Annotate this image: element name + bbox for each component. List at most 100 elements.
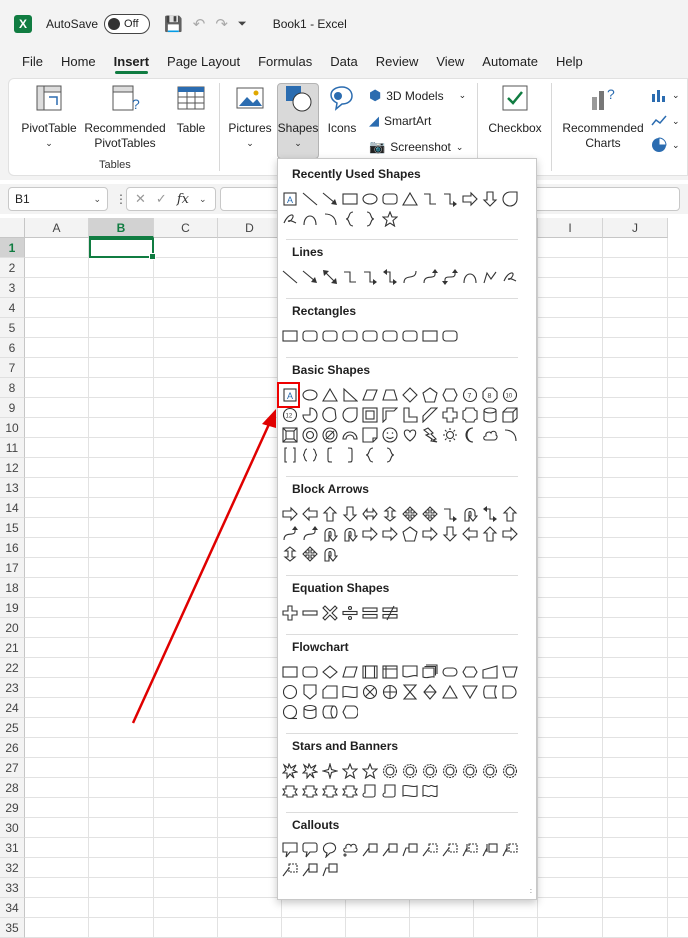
rarrow-shape-icon[interactable]: [500, 524, 520, 544]
deca-shape-icon[interactable]: 10: [500, 385, 520, 405]
tear-shape-icon[interactable]: [340, 405, 360, 425]
column-header-c[interactable]: C: [154, 218, 218, 238]
rect-shape-icon[interactable]: [340, 189, 360, 209]
save-icon[interactable]: 💾: [164, 15, 183, 33]
dblarrow-shape-icon[interactable]: [320, 267, 340, 287]
tab-data[interactable]: Data: [321, 48, 366, 76]
wave-shape-icon[interactable]: [400, 781, 420, 801]
larrow-shape-icon[interactable]: [300, 504, 320, 524]
row-header-10[interactable]: 10: [0, 418, 25, 438]
quadarrow-shape-icon[interactable]: [400, 504, 420, 524]
rarrow-shape-icon[interactable]: [460, 189, 480, 209]
row-header-11[interactable]: 11: [0, 438, 25, 458]
name-box[interactable]: B1 ⌄: [8, 187, 108, 211]
recommended-charts-button[interactable]: ? Recommended Charts: [559, 83, 647, 151]
row-header-29[interactable]: 29: [0, 798, 25, 818]
elbowarr-shape-icon[interactable]: [440, 189, 460, 209]
callout-line3-shape-icon[interactable]: [480, 840, 500, 860]
hepta-shape-icon[interactable]: 7: [460, 385, 480, 405]
bevel-shape-icon[interactable]: [280, 425, 300, 445]
callout-line2-shape-icon[interactable]: [400, 840, 420, 860]
chevron-down-icon[interactable]: ⌄: [93, 188, 101, 210]
can-shape-icon[interactable]: [480, 405, 500, 425]
callout-rrect-shape-icon[interactable]: [300, 840, 320, 860]
starN-shape-icon[interactable]: [400, 761, 420, 781]
smiley-shape-icon[interactable]: [380, 425, 400, 445]
redo-icon[interactable]: ↷: [215, 15, 228, 33]
storeddata-shape-icon[interactable]: [480, 682, 500, 702]
offpage-shape-icon[interactable]: [300, 682, 320, 702]
tab-review[interactable]: Review: [367, 48, 428, 76]
tab-automate[interactable]: Automate: [473, 48, 547, 76]
tri-shape-icon[interactable]: [400, 189, 420, 209]
enter-icon[interactable]: ✓: [156, 191, 167, 207]
row-header-13[interactable]: 13: [0, 478, 25, 498]
line-chart-button[interactable]: ⌄: [651, 113, 680, 129]
starN-shape-icon[interactable]: [460, 761, 480, 781]
manualop-shape-icon[interactable]: [500, 662, 520, 682]
predef-shape-icon[interactable]: [360, 662, 380, 682]
tab-formulas[interactable]: Formulas: [249, 48, 321, 76]
resize-grip-icon[interactable]: ∶: [530, 887, 532, 896]
uturn-shape-icon[interactable]: [340, 524, 360, 544]
row-header-1[interactable]: 1: [0, 238, 25, 258]
udarrow-shape-icon[interactable]: [380, 504, 400, 524]
punched-shape-icon[interactable]: [340, 682, 360, 702]
callout-oval-shape-icon[interactable]: [320, 840, 340, 860]
row-header-16[interactable]: 16: [0, 538, 25, 558]
curvedbl-shape-icon[interactable]: [440, 267, 460, 287]
rrect-shape-icon[interactable]: [380, 189, 400, 209]
row-header-14[interactable]: 14: [0, 498, 25, 518]
starN-shape-icon[interactable]: [420, 761, 440, 781]
rbrace-shape-icon[interactable]: [360, 209, 380, 229]
internal-shape-icon[interactable]: [380, 662, 400, 682]
row-header-5[interactable]: 5: [0, 318, 25, 338]
rrect-shape-icon[interactable]: [340, 326, 360, 346]
line-shape-icon[interactable]: [280, 267, 300, 287]
ribbonup-shape-icon[interactable]: [280, 781, 300, 801]
uarrow-shape-icon[interactable]: [480, 524, 500, 544]
column-header-d[interactable]: D: [218, 218, 282, 238]
document-shape-icon[interactable]: [400, 662, 420, 682]
undo-icon[interactable]: ↶: [193, 15, 206, 33]
elbowarr-shape-icon[interactable]: [440, 504, 460, 524]
quadarrow-shape-icon[interactable]: [300, 544, 320, 564]
callout-dash-shape-icon[interactable]: [440, 840, 460, 860]
arrowline-shape-icon[interactable]: [320, 189, 340, 209]
curve-shape-icon[interactable]: [400, 267, 420, 287]
callout-rect-shape-icon[interactable]: [280, 840, 300, 860]
folded-shape-icon[interactable]: [360, 425, 380, 445]
curvearr-shape-icon[interactable]: [420, 267, 440, 287]
customize-toolbar-icon[interactable]: ⏷: [238, 18, 247, 31]
uturn-shape-icon[interactable]: [320, 524, 340, 544]
scribble-shape-icon[interactable]: [280, 209, 300, 229]
minus-shape-icon[interactable]: [300, 603, 320, 623]
seqaccess-shape-icon[interactable]: [280, 702, 300, 722]
moon-shape-icon[interactable]: [460, 425, 480, 445]
cross-shape-icon[interactable]: [440, 405, 460, 425]
row-header-19[interactable]: 19: [0, 598, 25, 618]
equal-shape-icon[interactable]: [360, 603, 380, 623]
callout-line-shape-icon[interactable]: [300, 860, 320, 880]
row-header-3[interactable]: 3: [0, 278, 25, 298]
bracepair-shape-icon[interactable]: [300, 445, 320, 465]
tab-file[interactable]: File: [0, 48, 52, 76]
sumjunction-shape-icon[interactable]: [360, 682, 380, 702]
column-header-i[interactable]: I: [538, 218, 603, 238]
lshape-shape-icon[interactable]: [400, 405, 420, 425]
tri-shape-icon[interactable]: [320, 385, 340, 405]
rtri-shape-icon[interactable]: [340, 385, 360, 405]
checkbox-button[interactable]: Checkbox: [485, 83, 545, 136]
uturn-shape-icon[interactable]: [320, 544, 340, 564]
row-header-30[interactable]: 30: [0, 818, 25, 838]
row-header-20[interactable]: 20: [0, 618, 25, 638]
multidoc-shape-icon[interactable]: [420, 662, 440, 682]
row-header-27[interactable]: 27: [0, 758, 25, 778]
donut-shape-icon[interactable]: [300, 425, 320, 445]
rect-shape-icon[interactable]: [280, 326, 300, 346]
arc-shape-icon[interactable]: [460, 267, 480, 287]
arcshape-shape-icon[interactable]: [320, 209, 340, 229]
penta-shape-icon[interactable]: [420, 385, 440, 405]
row-header-2[interactable]: 2: [0, 258, 25, 278]
nosymbol-shape-icon[interactable]: [320, 425, 340, 445]
